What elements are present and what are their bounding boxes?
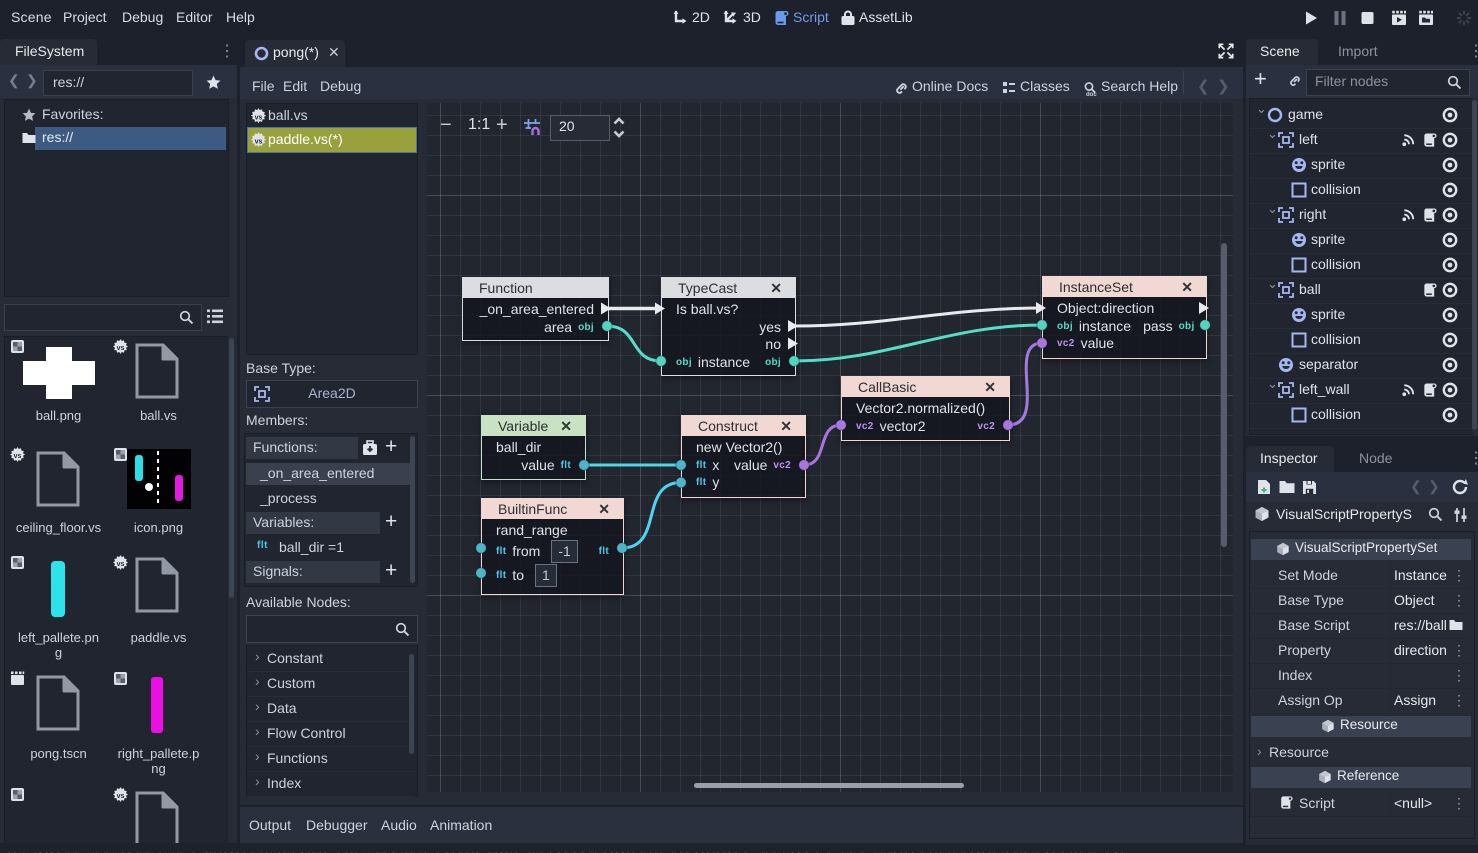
svg-text:doc: doc [1086, 92, 1097, 96]
